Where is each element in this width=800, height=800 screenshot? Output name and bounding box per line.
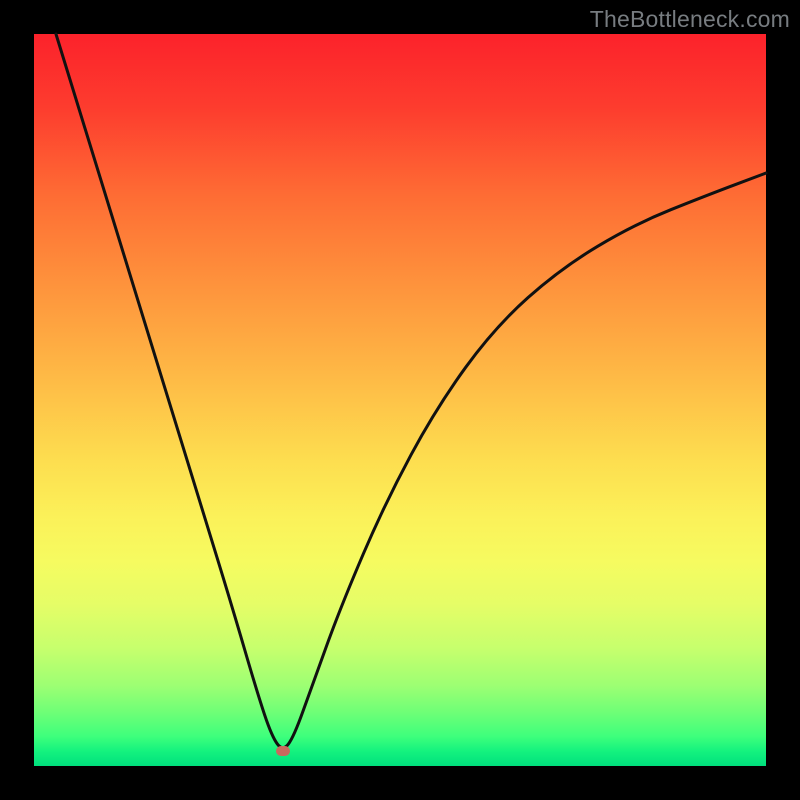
- watermark-text: TheBottleneck.com: [590, 6, 790, 33]
- plot-area: [34, 34, 766, 766]
- minimum-marker-dot: [276, 746, 290, 756]
- chart-frame: TheBottleneck.com: [0, 0, 800, 800]
- bottleneck-curve: [56, 34, 766, 748]
- curve-svg: [34, 34, 766, 766]
